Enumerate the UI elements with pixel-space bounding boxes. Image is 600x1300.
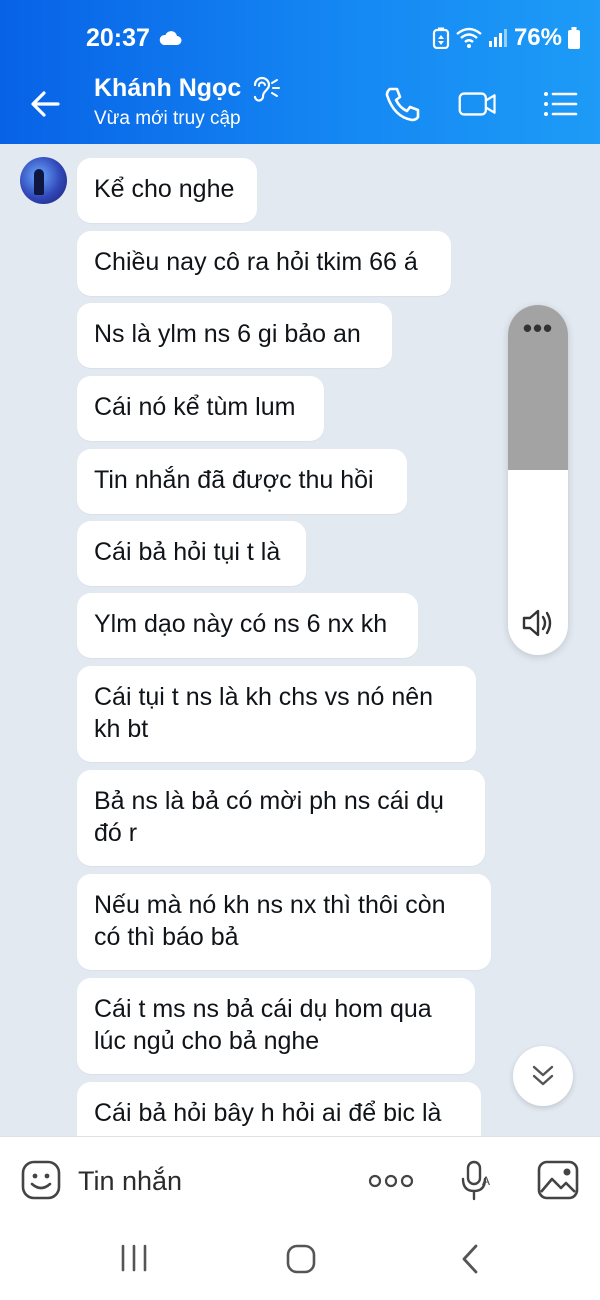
volume-slider[interactable]: ••• (508, 305, 568, 655)
contact-name[interactable]: Khánh Ngọc (94, 74, 241, 103)
signal-icon (488, 29, 507, 47)
message-bubble[interactable]: Ns là ylm ns 6 gi bảo an (77, 303, 392, 368)
message-bubble[interactable]: Cái tụi t ns là kh chs vs nó nên kh bt (77, 666, 476, 762)
message-bubble[interactable]: Cái nó kể tùm lum (77, 376, 324, 441)
image-gallery-icon[interactable] (536, 1159, 580, 1201)
system-navigation-bar (0, 1224, 600, 1300)
message-bubble[interactable]: Cái t ms ns bả cái dụ hom qua lúc ngủ ch… (77, 978, 475, 1074)
more-options-icon[interactable] (368, 1169, 414, 1193)
home-icon[interactable] (284, 1242, 318, 1276)
wifi-icon (456, 27, 482, 48)
video-call-icon[interactable] (458, 84, 498, 124)
chat-header: 20:37 76% Khánh Ngọc Vừa mới truy cập (0, 0, 600, 144)
double-chevron-down-icon (532, 1065, 554, 1086)
message-bubble[interactable]: Ylm dạo này có ns 6 nx kh (77, 593, 418, 658)
status-time: 20:37 (86, 24, 150, 52)
menu-list-icon[interactable] (540, 84, 580, 124)
speaker-icon[interactable] (520, 605, 556, 641)
back-arrow-icon[interactable] (28, 86, 64, 122)
phone-call-icon[interactable] (382, 84, 422, 124)
message-input-bar: A (0, 1136, 600, 1225)
back-icon[interactable] (454, 1242, 486, 1276)
cloud-icon (159, 31, 182, 45)
message-bubble[interactable]: Cái bả hỏi tụi t là (77, 521, 306, 586)
message-bubble[interactable]: Nếu mà nó kh ns nx thì thôi còn có thì b… (77, 874, 491, 970)
contact-avatar[interactable] (20, 157, 67, 204)
message-bubble[interactable]: Tin nhắn đã được thu hồi (77, 449, 407, 514)
battery-saver-icon (432, 27, 450, 49)
contact-status: Vừa mới truy cập (94, 108, 241, 129)
scroll-down-button[interactable] (513, 1046, 573, 1106)
svg-text:A: A (482, 1174, 490, 1188)
message-bubble[interactable]: Kể cho nghe (77, 158, 257, 223)
battery-percent: 76% (513, 24, 562, 51)
message-bubble[interactable]: Chiều nay cô ra hỏi tkim 66 á (77, 231, 451, 296)
recent-apps-icon[interactable] (118, 1242, 150, 1274)
emoji-sticker-icon[interactable] (20, 1159, 62, 1201)
battery-icon (568, 27, 580, 49)
voice-message-icon[interactable]: A (458, 1159, 494, 1203)
ear-icon (253, 76, 280, 102)
more-options-icon[interactable]: ••• (520, 315, 556, 347)
message-bubble[interactable]: Bả ns là bả có mời ph ns cái dụ đó r (77, 770, 485, 866)
message-input[interactable] (78, 1161, 328, 1201)
